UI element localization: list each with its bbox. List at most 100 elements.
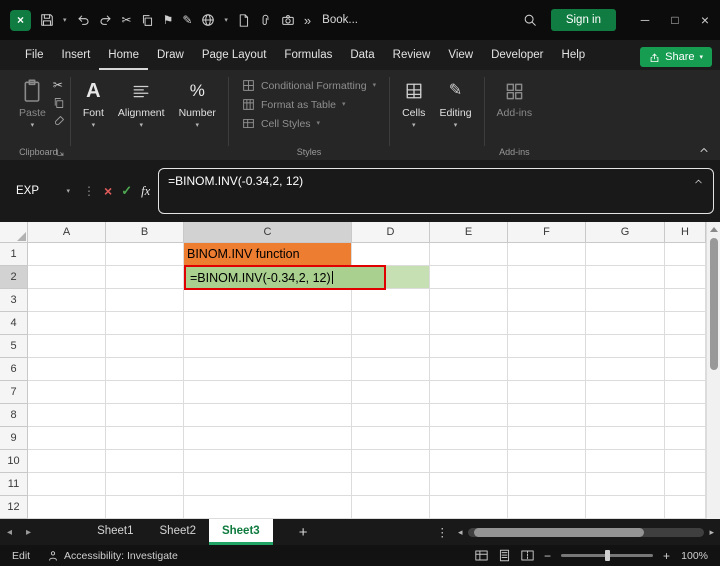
cell-a12[interactable] xyxy=(28,496,106,519)
cell-h8[interactable] xyxy=(665,404,706,427)
tabs-scroll-right-icon[interactable]: ▸ xyxy=(19,519,38,545)
cell-h7[interactable] xyxy=(665,381,706,404)
zoom-out-icon[interactable]: − xyxy=(544,549,551,563)
cell-b3[interactable] xyxy=(106,289,184,312)
zoom-in-icon[interactable]: + xyxy=(663,549,670,563)
cell-g9[interactable] xyxy=(586,427,665,450)
column-header-c[interactable]: C xyxy=(184,222,352,243)
cell-h3[interactable] xyxy=(665,289,706,312)
cell-f4[interactable] xyxy=(508,312,586,335)
cell-c7[interactable] xyxy=(184,381,352,404)
cell-e1[interactable] xyxy=(430,243,508,266)
row-header-11[interactable]: 11 xyxy=(0,473,28,496)
cell-d4[interactable] xyxy=(352,312,430,335)
cell-g11[interactable] xyxy=(586,473,665,496)
cell-g1[interactable] xyxy=(586,243,665,266)
conditional-formatting-button[interactable]: Conditional Formatting ▾ xyxy=(242,79,376,92)
paste-button[interactable]: Paste ▾ xyxy=(12,75,53,132)
cell-g10[interactable] xyxy=(586,450,665,473)
cell-g7[interactable] xyxy=(586,381,665,404)
minimize-button[interactable]: ─ xyxy=(630,7,660,33)
save-icon[interactable] xyxy=(40,13,54,27)
paperclip-icon[interactable] xyxy=(259,14,272,27)
cell-f9[interactable] xyxy=(508,427,586,450)
cell-g3[interactable] xyxy=(586,289,665,312)
format-painter-icon[interactable] xyxy=(53,115,65,127)
tab-page-layout[interactable]: Page Layout xyxy=(193,42,276,70)
cut-icon[interactable]: ✂ xyxy=(122,14,132,26)
cell-c3[interactable] xyxy=(184,289,352,312)
cell-c5[interactable] xyxy=(184,335,352,358)
cell-f7[interactable] xyxy=(508,381,586,404)
cell-f10[interactable] xyxy=(508,450,586,473)
page-break-view-icon[interactable] xyxy=(521,549,534,562)
cell-h5[interactable] xyxy=(665,335,706,358)
tab-formulas[interactable]: Formulas xyxy=(275,42,341,70)
camera-icon[interactable] xyxy=(281,13,295,27)
cell-g8[interactable] xyxy=(586,404,665,427)
row-header-1[interactable]: 1 xyxy=(0,243,28,266)
cell-f3[interactable] xyxy=(508,289,586,312)
undo-icon[interactable] xyxy=(76,13,90,27)
cell-b11[interactable] xyxy=(106,473,184,496)
cell-g2[interactable] xyxy=(586,266,665,289)
cell-b7[interactable] xyxy=(106,381,184,404)
cell-a6[interactable] xyxy=(28,358,106,381)
sheet-tab-sheet2[interactable]: Sheet2 xyxy=(147,519,209,545)
cell-a10[interactable] xyxy=(28,450,106,473)
cell-editor-overlay[interactable]: =BINOM.INV(-0.34,2, 12) xyxy=(184,265,386,290)
cell-a5[interactable] xyxy=(28,335,106,358)
tab-draw[interactable]: Draw xyxy=(148,42,193,70)
tab-insert[interactable]: Insert xyxy=(53,42,100,70)
cell-h10[interactable] xyxy=(665,450,706,473)
collapse-ribbon-icon[interactable] xyxy=(698,144,710,156)
cell-f2[interactable] xyxy=(508,266,586,289)
number-button[interactable]: % Number ▾ xyxy=(172,75,223,132)
cell-c4[interactable] xyxy=(184,312,352,335)
cell-c6[interactable] xyxy=(184,358,352,381)
cell-e11[interactable] xyxy=(430,473,508,496)
horizontal-scrollbar[interactable]: ◂ ▸ xyxy=(458,519,714,545)
cell-a9[interactable] xyxy=(28,427,106,450)
cell-e9[interactable] xyxy=(430,427,508,450)
normal-view-icon[interactable] xyxy=(475,549,488,562)
row-header-3[interactable]: 3 xyxy=(0,289,28,312)
cell-e7[interactable] xyxy=(430,381,508,404)
editing-button[interactable]: ✎ Editing ▾ xyxy=(432,75,478,132)
accessibility-checker[interactable]: Accessibility: Investigate xyxy=(47,550,178,562)
excel-logo-icon[interactable]: × xyxy=(10,9,31,31)
page-layout-view-icon[interactable] xyxy=(498,549,511,562)
cells-button[interactable]: Cells ▾ xyxy=(395,75,432,132)
cut-small-icon[interactable]: ✂ xyxy=(53,79,65,91)
cell-c10[interactable] xyxy=(184,450,352,473)
cell-e6[interactable] xyxy=(430,358,508,381)
sheet-tab-sheet1[interactable]: Sheet1 xyxy=(84,519,146,545)
column-header-a[interactable]: A xyxy=(28,222,106,243)
column-header-h[interactable]: H xyxy=(665,222,706,243)
zoom-slider-thumb[interactable] xyxy=(604,550,610,561)
column-header-e[interactable]: E xyxy=(430,222,508,243)
cell-g4[interactable] xyxy=(586,312,665,335)
vertical-scrollbar[interactable] xyxy=(706,222,720,519)
vertical-scroll-thumb[interactable] xyxy=(710,238,718,370)
enter-entry-icon[interactable]: ✓ xyxy=(121,183,132,199)
cell-b6[interactable] xyxy=(106,358,184,381)
row-header-6[interactable]: 6 xyxy=(0,358,28,381)
cell-f12[interactable] xyxy=(508,496,586,519)
row-header-8[interactable]: 8 xyxy=(0,404,28,427)
row-header-4[interactable]: 4 xyxy=(0,312,28,335)
cell-d5[interactable] xyxy=(352,335,430,358)
tab-developer[interactable]: Developer xyxy=(482,42,552,70)
search-icon[interactable] xyxy=(509,13,551,27)
scroll-right-icon[interactable]: ▸ xyxy=(709,527,714,538)
insert-function-icon[interactable]: fx xyxy=(141,184,150,199)
cell-e2[interactable] xyxy=(430,266,508,289)
row-header-2[interactable]: 2 xyxy=(0,266,28,289)
tab-help[interactable]: Help xyxy=(553,42,595,70)
cell-d7[interactable] xyxy=(352,381,430,404)
cell-a2[interactable] xyxy=(28,266,106,289)
tab-data[interactable]: Data xyxy=(341,42,383,70)
scroll-up-icon[interactable] xyxy=(710,227,718,232)
cell-g6[interactable] xyxy=(586,358,665,381)
cell-h12[interactable] xyxy=(665,496,706,519)
